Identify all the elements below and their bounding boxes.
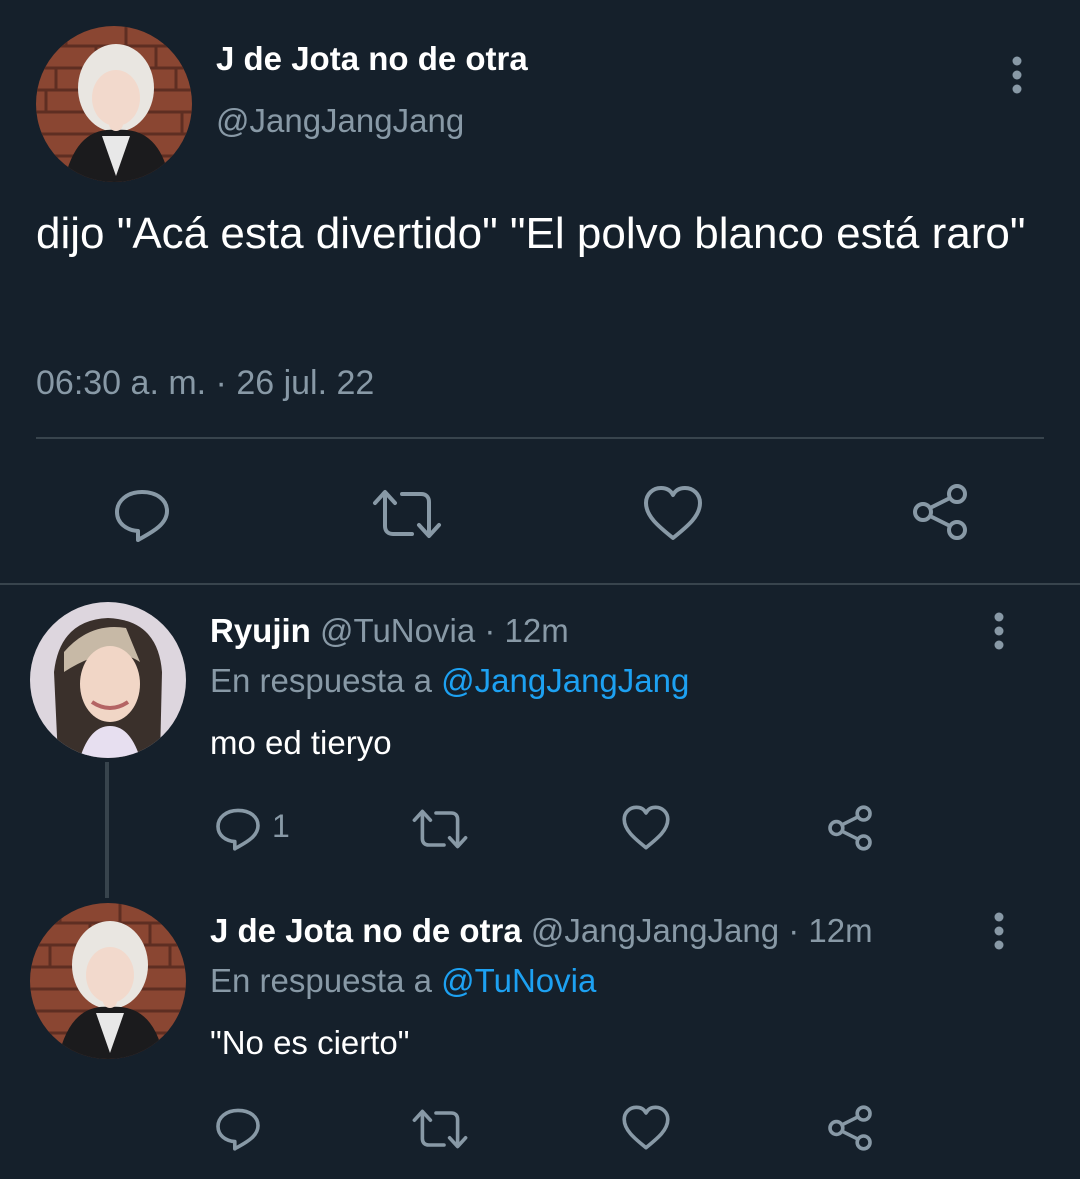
like-icon[interactable] xyxy=(642,484,704,542)
reply-time[interactable]: · 12m xyxy=(788,912,872,949)
reply-context: En respuesta a @TuNovia xyxy=(210,962,596,1000)
reply-icon[interactable] xyxy=(112,484,172,544)
retweet-icon[interactable] xyxy=(412,1106,468,1152)
reply-avatar[interactable] xyxy=(30,903,186,1059)
reply-display-name[interactable]: J de Jota no de otra xyxy=(210,912,522,949)
reply-handle[interactable]: @TuNovia xyxy=(320,612,475,649)
more-vertical-icon[interactable] xyxy=(984,912,1014,952)
reply-handle[interactable]: @JangJangJang xyxy=(531,912,779,949)
tweet-text: dijo "Acá esta divertido" "El polvo blan… xyxy=(36,209,1026,258)
thread-connector-line xyxy=(105,762,109,898)
share-icon[interactable] xyxy=(826,1104,874,1152)
author-display-name[interactable]: J de Jota no de otra xyxy=(216,40,528,78)
share-icon[interactable] xyxy=(910,482,970,542)
author-avatar[interactable] xyxy=(36,26,192,182)
reply-avatar[interactable] xyxy=(30,602,186,758)
more-vertical-icon[interactable] xyxy=(1002,56,1032,96)
like-icon[interactable] xyxy=(621,804,671,851)
reply-icon[interactable] xyxy=(214,1104,262,1152)
share-icon[interactable] xyxy=(826,804,874,852)
reply-display-name[interactable]: Ryujin xyxy=(210,612,311,649)
reply-text: mo ed tieryo xyxy=(210,724,392,761)
reply-header: J de Jota no de otra @JangJangJang · 12m xyxy=(210,912,873,950)
more-vertical-icon[interactable] xyxy=(984,612,1014,652)
section-divider xyxy=(0,583,1080,585)
reply-time[interactable]: · 12m xyxy=(484,612,568,649)
reply-to-link[interactable]: @TuNovia xyxy=(441,962,596,999)
like-icon[interactable] xyxy=(621,1104,671,1151)
reply-icon[interactable] xyxy=(214,804,262,852)
reply-count: 1 xyxy=(272,808,290,844)
reply-context-label: En respuesta a xyxy=(210,962,432,999)
reply-to-link[interactable]: @JangJangJang xyxy=(441,662,689,699)
reply-context: En respuesta a @JangJangJang xyxy=(210,662,689,700)
author-handle[interactable]: @JangJangJang xyxy=(216,102,464,140)
reply-context-label: En respuesta a xyxy=(210,662,432,699)
tweet-timestamp[interactable]: 06:30 a. m. · 26 jul. 22 xyxy=(36,364,374,403)
reply-text: "No es cierto" xyxy=(210,1024,410,1061)
divider xyxy=(36,437,1044,439)
retweet-icon[interactable] xyxy=(412,806,468,852)
retweet-icon[interactable] xyxy=(372,486,442,542)
reply-header: Ryujin @TuNovia · 12m xyxy=(210,612,569,650)
